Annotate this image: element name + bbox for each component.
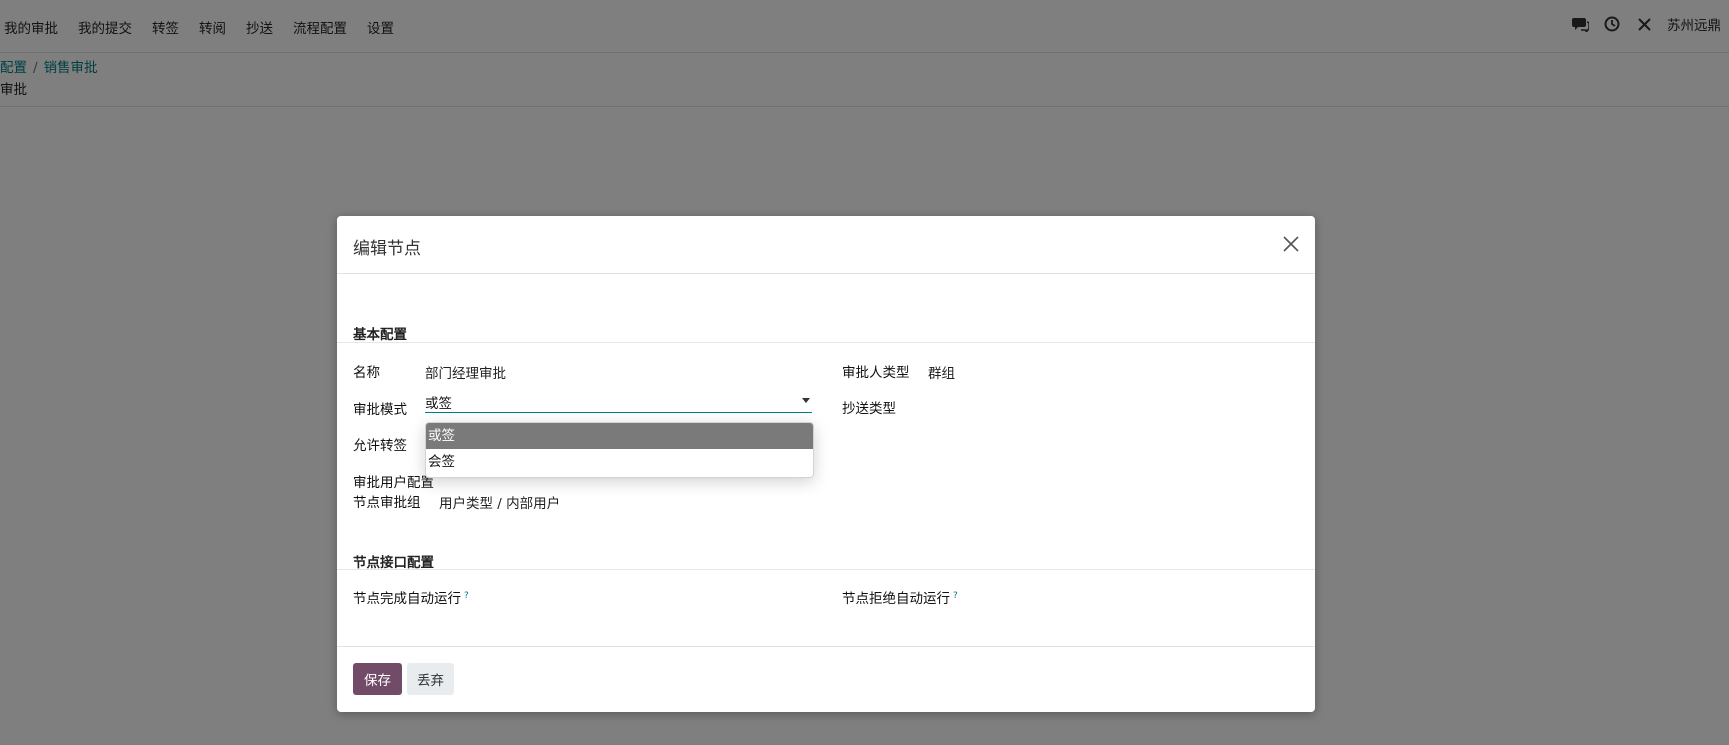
approver-type-label: 审批人类型	[842, 365, 910, 381]
cc-type-label: 抄送类型	[842, 401, 896, 417]
name-label: 名称	[353, 365, 380, 381]
modal-header: 编辑节点	[337, 216, 1315, 274]
dropdown-option-or-sign[interactable]: 或签	[426, 423, 813, 449]
edit-node-dialog: 编辑节点 基本配置 名称 部门经理审批 审批人类型 群组 审批模式 或签 抄送类…	[337, 216, 1315, 712]
discard-button[interactable]: 丢弃	[407, 663, 454, 695]
modal-title: 编辑节点	[353, 239, 421, 259]
section-interface-config: 节点接口配置	[353, 555, 434, 571]
auto-complete-text: 节点完成自动运行	[353, 591, 461, 607]
approval-mode-value: 或签	[425, 396, 452, 412]
dropdown-option-co-sign[interactable]: 会签	[426, 449, 813, 475]
name-field[interactable]: 部门经理审批	[425, 362, 506, 382]
user-config-label: 审批用户配置	[353, 475, 434, 491]
approval-group-field[interactable]: 用户类型 / 内部用户	[439, 492, 560, 512]
approval-group-label: 节点审批组	[353, 495, 421, 511]
approver-type-field[interactable]: 群组	[928, 362, 955, 382]
section-basic-config: 基本配置	[353, 327, 407, 343]
section-divider	[337, 342, 1315, 343]
caret-down-icon	[802, 398, 810, 403]
approval-mode-dropdown: 或签 会签	[425, 422, 814, 478]
close-icon[interactable]	[1281, 234, 1301, 254]
approval-mode-select[interactable]: 或签	[425, 392, 812, 413]
save-button[interactable]: 保存	[353, 663, 402, 695]
auto-reject-label: 节点拒绝自动运行?	[842, 587, 958, 608]
auto-reject-text: 节点拒绝自动运行	[842, 591, 950, 607]
allow-transfer-label: 允许转签	[353, 438, 407, 454]
auto-complete-label: 节点完成自动运行?	[353, 587, 469, 608]
help-tooltip-icon[interactable]: ?	[464, 591, 469, 601]
modal-footer-divider	[337, 646, 1315, 647]
section-divider	[337, 569, 1315, 570]
mode-label: 审批模式	[353, 402, 407, 418]
help-tooltip-icon[interactable]: ?	[953, 591, 958, 601]
